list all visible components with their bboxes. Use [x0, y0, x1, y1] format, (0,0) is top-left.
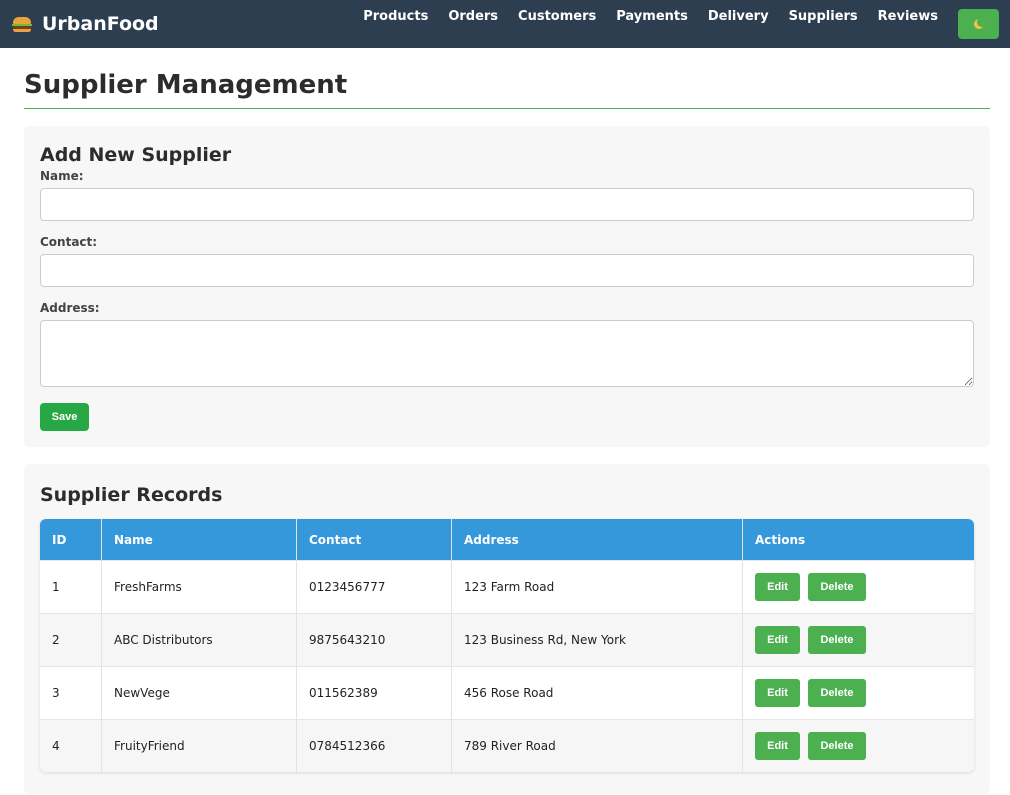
- nav-link-customers[interactable]: Customers: [518, 9, 596, 24]
- top-navbar: UrbanFood Products Orders Customers Paym…: [0, 0, 1010, 48]
- records-title: Supplier Records: [40, 484, 223, 506]
- table-row: 1 FreshFarms 0123456777 123 Farm Road Ed…: [40, 560, 974, 613]
- edit-button[interactable]: Edit: [755, 573, 800, 601]
- contact-label: Contact:: [40, 235, 98, 249]
- add-supplier-form: Add New Supplier Name: Contact: Address:…: [24, 126, 990, 447]
- cell-actions: Edit Delete: [743, 719, 974, 772]
- nav-link-delivery[interactable]: Delivery: [708, 9, 769, 24]
- brand[interactable]: UrbanFood: [12, 13, 159, 35]
- save-button[interactable]: Save: [40, 403, 89, 431]
- table-header-row: ID Name Contact Address Actions: [40, 519, 974, 560]
- cell-id: 4: [40, 719, 102, 772]
- nav-links: Products Orders Customers Payments Deliv…: [343, 0, 999, 48]
- cell-address: 123 Farm Road: [452, 560, 743, 613]
- cell-contact: 9875643210: [297, 613, 452, 666]
- delete-button[interactable]: Delete: [808, 626, 866, 654]
- cell-actions: Edit Delete: [743, 560, 974, 613]
- main-content: Supplier Management Add New Supplier Nam…: [0, 48, 1010, 794]
- nav-link-reviews[interactable]: Reviews: [878, 9, 938, 24]
- name-label: Name:: [40, 169, 84, 183]
- page-title: Supplier Management: [24, 68, 990, 109]
- address-textarea[interactable]: [40, 320, 974, 387]
- nav-link-suppliers[interactable]: Suppliers: [789, 9, 858, 24]
- cell-name: ABC Distributors: [102, 613, 297, 666]
- column-header-id: ID: [40, 519, 102, 560]
- nav-link-products[interactable]: Products: [363, 9, 428, 24]
- theme-toggle-button[interactable]: [958, 9, 999, 39]
- column-header-contact: Contact: [297, 519, 452, 560]
- edit-button[interactable]: Edit: [755, 679, 800, 707]
- form-title: Add New Supplier: [40, 144, 232, 166]
- nav-link-orders[interactable]: Orders: [448, 9, 498, 24]
- delete-button[interactable]: Delete: [808, 573, 866, 601]
- cell-name: FruityFriend: [102, 719, 297, 772]
- cell-actions: Edit Delete: [743, 613, 974, 666]
- name-input[interactable]: [40, 188, 974, 221]
- cell-contact: 0784512366: [297, 719, 452, 772]
- address-label: Address:: [40, 301, 100, 315]
- cell-id: 1: [40, 560, 102, 613]
- burger-icon: [12, 15, 32, 33]
- column-header-name: Name: [102, 519, 297, 560]
- cell-name: FreshFarms: [102, 560, 297, 613]
- cell-contact: 0123456777: [297, 560, 452, 613]
- cell-address: 123 Business Rd, New York: [452, 613, 743, 666]
- delete-button[interactable]: Delete: [808, 679, 866, 707]
- edit-button[interactable]: Edit: [755, 626, 800, 654]
- moon-icon: [973, 19, 984, 29]
- cell-contact: 011562389: [297, 666, 452, 719]
- records-table: ID Name Contact Address Actions 1 FreshF…: [40, 519, 974, 772]
- table-row: 3 NewVege 011562389 456 Rose Road Edit D…: [40, 666, 974, 719]
- cell-actions: Edit Delete: [743, 666, 974, 719]
- cell-address: 456 Rose Road: [452, 666, 743, 719]
- table-row: 2 ABC Distributors 9875643210 123 Busine…: [40, 613, 974, 666]
- nav-link-payments[interactable]: Payments: [616, 9, 688, 24]
- cell-address: 789 River Road: [452, 719, 743, 772]
- column-header-actions: Actions: [743, 519, 974, 560]
- edit-button[interactable]: Edit: [755, 732, 800, 760]
- table-row: 4 FruityFriend 0784512366 789 River Road…: [40, 719, 974, 772]
- delete-button[interactable]: Delete: [808, 732, 866, 760]
- contact-input[interactable]: [40, 254, 974, 287]
- cell-id: 2: [40, 613, 102, 666]
- column-header-address: Address: [452, 519, 743, 560]
- cell-id: 3: [40, 666, 102, 719]
- brand-name: UrbanFood: [42, 13, 159, 35]
- cell-name: NewVege: [102, 666, 297, 719]
- supplier-records: Supplier Records ID Name Contact Address…: [24, 464, 990, 794]
